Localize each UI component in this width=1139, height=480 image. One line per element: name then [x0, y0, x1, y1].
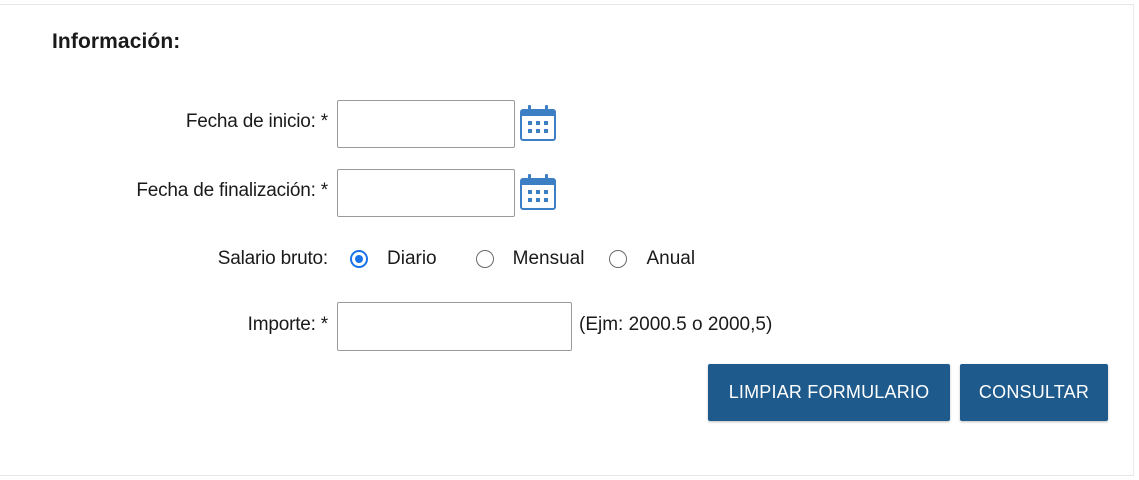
radio-label-diario: Diario [387, 248, 437, 269]
radio-option-mensual[interactable]: Mensual [475, 248, 585, 270]
clear-form-button[interactable]: LIMPIAR FORMULARIO [708, 364, 950, 421]
salary-label: Salario bruto: [217, 248, 328, 269]
section-title: Información: [52, 30, 181, 53]
radio-label-mensual: Mensual [512, 248, 585, 269]
radio-label-anual: Anual [646, 248, 696, 269]
calendar-icon [520, 174, 556, 210]
start-date-calendar-button[interactable] [519, 104, 557, 142]
amount-hint: (Ejm: 2000.5 o 2000,5) [579, 314, 773, 335]
radio-anual[interactable] [609, 250, 628, 268]
start-date-input[interactable] [337, 100, 515, 148]
radio-option-anual[interactable]: Anual [609, 248, 695, 270]
consult-button[interactable]: CONSULTAR [960, 364, 1108, 421]
amount-input[interactable] [337, 302, 572, 351]
radio-option-diario[interactable]: Diario [350, 248, 437, 270]
salary-radio-group: Diario Mensual Anual [350, 245, 695, 273]
start-date-label: Fecha de inicio: * [185, 111, 328, 132]
calendar-icon [520, 105, 556, 141]
radio-diario[interactable] [350, 250, 368, 268]
page: Información: Fecha de inicio: * Fecha de… [0, 0, 1139, 480]
end-date-input[interactable] [337, 169, 515, 217]
radio-mensual[interactable] [475, 250, 494, 268]
amount-label: Importe: * [247, 314, 329, 335]
end-date-label: Fecha de finalización: * [136, 180, 328, 201]
end-date-calendar-button[interactable] [519, 173, 557, 211]
